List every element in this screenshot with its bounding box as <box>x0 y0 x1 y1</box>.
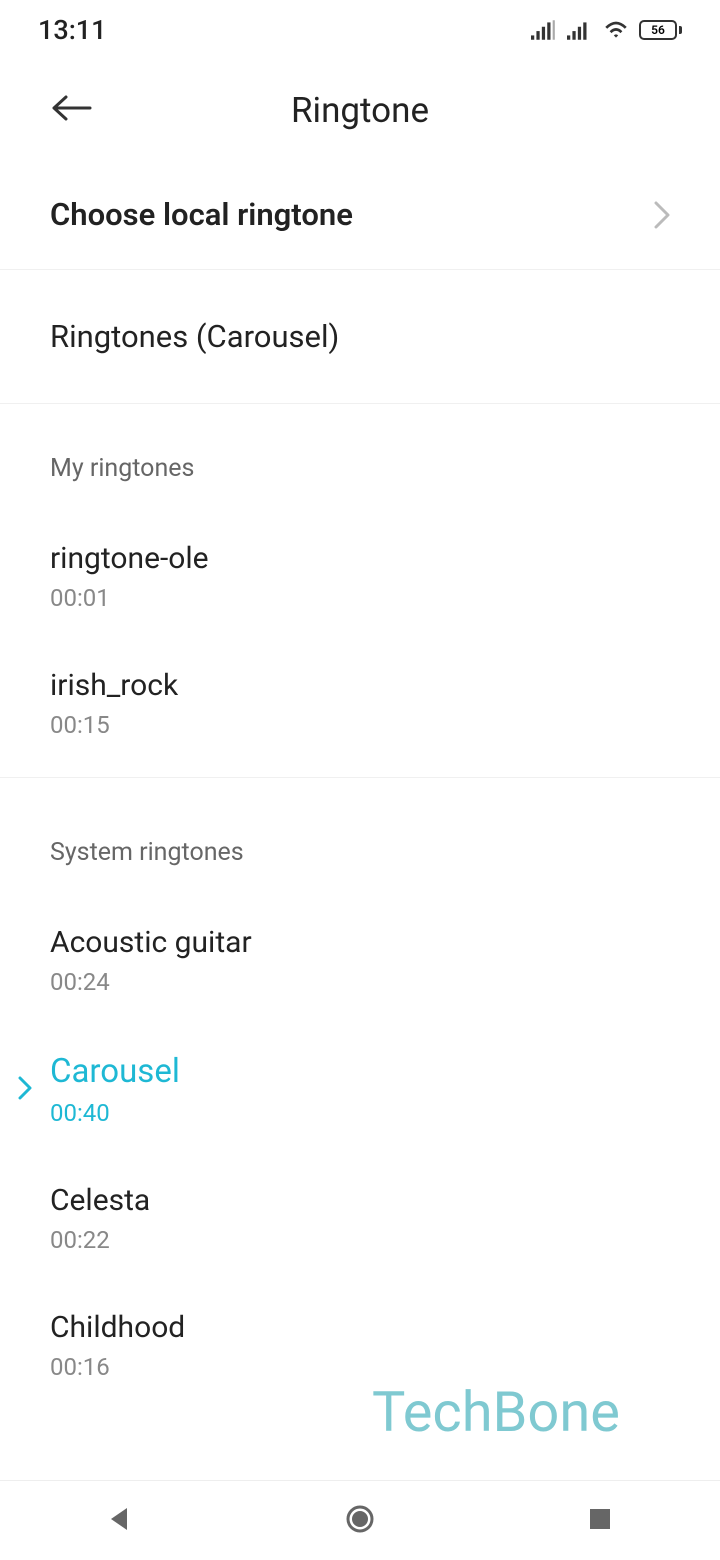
divider <box>0 777 720 778</box>
battery-level: 56 <box>639 20 677 40</box>
content: Choose local ringtone Ringtones (Carouse… <box>0 160 720 1409</box>
my-ringtones-header: My ringtones <box>0 404 720 513</box>
ringtone-duration: 00:40 <box>50 1099 670 1127</box>
ringtone-name: Celesta <box>50 1183 670 1218</box>
ringtone-duration: 00:01 <box>50 584 670 612</box>
square-recent-icon <box>585 1504 615 1534</box>
status-icons: 56 <box>531 20 682 40</box>
playing-indicator-icon <box>18 1076 32 1104</box>
ringtone-item-selected[interactable]: Carousel 00:40 <box>0 1024 720 1155</box>
choose-local-label: Choose local ringtone <box>50 196 353 233</box>
ringtone-duration: 00:16 <box>50 1353 670 1381</box>
nav-bar <box>0 1480 720 1560</box>
wifi-icon <box>603 20 629 40</box>
chevron-right-icon <box>654 201 670 229</box>
ringtones-carousel-label: Ringtones (Carousel) <box>50 318 339 355</box>
ringtone-name: irish_rock <box>50 668 670 703</box>
ringtone-item[interactable]: ringtone-ole 00:01 <box>0 513 720 640</box>
nav-recent-button[interactable] <box>585 1504 615 1538</box>
ringtone-item[interactable]: Acoustic guitar 00:24 <box>0 897 720 1024</box>
choose-local-ringtone[interactable]: Choose local ringtone <box>0 160 720 270</box>
circle-home-icon <box>345 1504 375 1534</box>
watermark: TechBone <box>372 1379 620 1445</box>
ringtone-name: Acoustic guitar <box>50 925 670 960</box>
ringtone-name: Childhood <box>50 1310 670 1345</box>
ringtone-name: ringtone-ole <box>50 541 670 576</box>
nav-back-button[interactable] <box>105 1504 135 1538</box>
status-time: 13:11 <box>38 14 107 46</box>
ringtone-duration: 00:22 <box>50 1226 670 1254</box>
ringtone-duration: 00:24 <box>50 968 670 996</box>
system-ringtones-header: System ringtones <box>0 788 720 897</box>
status-bar: 13:11 56 <box>0 0 720 60</box>
ringtone-name: Carousel <box>50 1052 670 1091</box>
ringtone-item[interactable]: irish_rock 00:15 <box>0 640 720 767</box>
ringtones-carousel-item[interactable]: Ringtones (Carousel) <box>0 270 720 404</box>
nav-home-button[interactable] <box>345 1504 375 1538</box>
back-arrow-icon <box>50 93 92 123</box>
back-button[interactable] <box>50 93 92 127</box>
signal-icon-2 <box>567 20 593 40</box>
battery-icon: 56 <box>639 20 682 40</box>
header: Ringtone <box>0 60 720 160</box>
ringtone-item[interactable]: Celesta 00:22 <box>0 1155 720 1282</box>
signal-icon-1 <box>531 20 557 40</box>
ringtone-duration: 00:15 <box>50 711 670 739</box>
triangle-back-icon <box>105 1504 135 1534</box>
page-title: Ringtone <box>50 90 670 131</box>
